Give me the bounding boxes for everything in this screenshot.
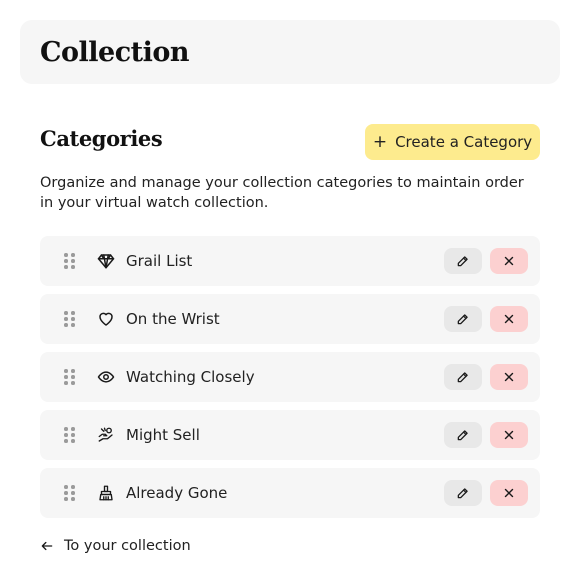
category-label: Already Gone — [126, 484, 228, 502]
close-icon — [504, 372, 514, 382]
diamond-icon — [97, 252, 115, 270]
pencil-icon — [457, 256, 468, 267]
pencil-icon — [457, 430, 468, 441]
back-to-collection-link[interactable]: To your collection — [40, 536, 191, 556]
drag-handle-icon[interactable] — [64, 311, 76, 327]
close-icon — [504, 256, 514, 266]
category-label: On the Wrist — [126, 310, 220, 328]
delete-button[interactable] — [490, 480, 528, 506]
money-hand-icon — [97, 426, 115, 444]
edit-button[interactable] — [444, 480, 482, 506]
edit-button[interactable] — [444, 364, 482, 390]
edit-button[interactable] — [444, 248, 482, 274]
back-link-label: To your collection — [64, 538, 191, 554]
create-category-button[interactable]: + Create a Category — [365, 124, 540, 160]
close-icon — [504, 488, 514, 498]
delete-button[interactable] — [490, 422, 528, 448]
drag-handle-icon[interactable] — [64, 427, 76, 443]
delete-button[interactable] — [490, 306, 528, 332]
category-row-grail-list[interactable]: Grail List — [40, 236, 540, 286]
drag-handle-icon[interactable] — [64, 253, 76, 269]
page-title: Collection — [40, 36, 190, 68]
pencil-icon — [457, 372, 468, 383]
eye-icon — [97, 368, 115, 386]
arrow-left-icon — [41, 541, 53, 551]
category-row-on-the-wrist[interactable]: On the Wrist — [40, 294, 540, 344]
create-category-label: Create a Category — [395, 133, 533, 151]
category-list: Grail List On the Wrist Watching Closely — [40, 236, 540, 526]
close-icon — [504, 314, 514, 324]
category-row-watching-closely[interactable]: Watching Closely — [40, 352, 540, 402]
edit-button[interactable] — [444, 422, 482, 448]
delete-button[interactable] — [490, 364, 528, 390]
category-label: Watching Closely — [126, 368, 255, 386]
category-label: Might Sell — [126, 426, 200, 444]
pencil-icon — [457, 314, 468, 325]
header-card: Collection — [20, 20, 560, 84]
broom-icon — [97, 484, 115, 502]
category-label: Grail List — [126, 252, 193, 270]
category-row-already-gone[interactable]: Already Gone — [40, 468, 540, 518]
categories-description: Organize and manage your collection cate… — [40, 175, 524, 211]
categories-heading: Categories — [40, 126, 163, 151]
pencil-icon — [457, 488, 468, 499]
heart-icon — [97, 310, 115, 328]
delete-button[interactable] — [490, 248, 528, 274]
category-row-might-sell[interactable]: Might Sell — [40, 410, 540, 460]
drag-handle-icon[interactable] — [64, 369, 76, 385]
drag-handle-icon[interactable] — [64, 485, 76, 501]
plus-icon: + — [372, 131, 388, 152]
edit-button[interactable] — [444, 306, 482, 332]
close-icon — [504, 430, 514, 440]
